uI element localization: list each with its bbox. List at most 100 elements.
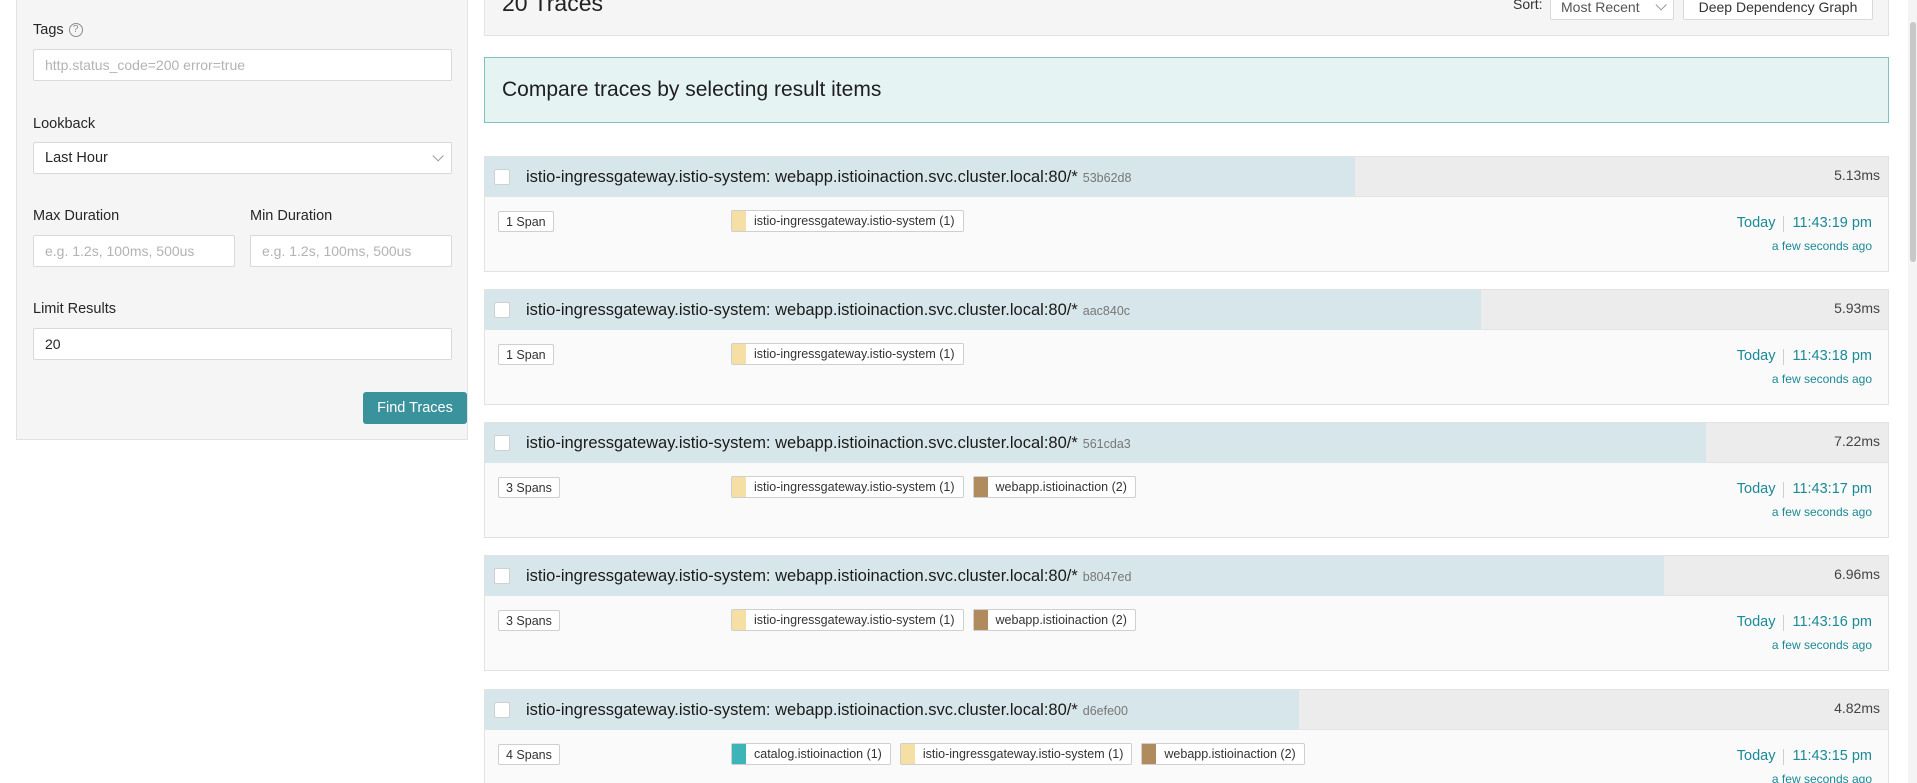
trace-duration: 5.93ms — [1834, 300, 1880, 316]
trace-item[interactable]: istio-ingressgateway.istio-system: webap… — [484, 422, 1889, 538]
service-tag: istio-ingressgateway.istio-system (1) — [731, 476, 964, 498]
trace-day: Today — [1736, 481, 1776, 497]
trace-timestamp: Today 11:43:19 pm — [1737, 215, 1872, 232]
tags-label: Tags ? — [33, 22, 83, 38]
service-tag-label: webapp.istioinaction (2) — [1164, 747, 1296, 761]
chevron-down-icon — [432, 150, 444, 162]
trace-title[interactable]: istio-ingressgateway.istio-system: webap… — [526, 301, 1130, 320]
compare-traces-banner: Compare traces by selecting result items — [484, 57, 1889, 123]
service-tag-label: webapp.istioinaction (2) — [995, 480, 1127, 494]
span-count-badge: 3 Spans — [498, 477, 560, 498]
trace-relative-time: a few seconds ago — [1771, 239, 1872, 253]
trace-select-checkbox[interactable] — [494, 302, 510, 318]
trace-select-checkbox[interactable] — [494, 435, 510, 451]
results-header: 20 Traces Sort: Most Recent Deep Depende… — [484, 0, 1889, 36]
trace-header[interactable]: istio-ingressgateway.istio-system: webap… — [485, 157, 1888, 197]
max-duration-input[interactable] — [33, 235, 235, 267]
tags-label-text: Tags — [33, 22, 64, 38]
trace-header[interactable]: istio-ingressgateway.istio-system: webap… — [485, 423, 1888, 463]
lookback-value: Last Hour — [45, 150, 108, 166]
chevron-down-icon — [1655, 0, 1667, 11]
min-duration-label: Min Duration — [250, 208, 333, 224]
trace-item[interactable]: istio-ingressgateway.istio-system: webap… — [484, 555, 1889, 671]
service-tags: istio-ingressgateway.istio-system (1) web… — [731, 609, 1136, 631]
trace-day: Today — [1736, 614, 1776, 630]
time-separator — [1783, 615, 1785, 631]
results-count-title: 20 Traces — [502, 0, 603, 16]
sort-value: Most Recent — [1561, 0, 1640, 15]
lookback-select[interactable]: Last Hour — [33, 142, 452, 174]
trace-time: 11:43:19 pm — [1792, 215, 1872, 231]
trace-day: Today — [1736, 348, 1776, 364]
trace-id: 53b62d8 — [1082, 171, 1132, 185]
trace-select-checkbox[interactable] — [494, 169, 510, 185]
trace-title-text: istio-ingressgateway.istio-system: webap… — [526, 567, 1078, 585]
service-tag: istio-ingressgateway.istio-system (1) — [731, 343, 964, 365]
service-tag-label: istio-ingressgateway.istio-system (1) — [754, 347, 955, 361]
service-tag: istio-ingressgateway.istio-system (1) — [731, 609, 964, 631]
limit-results-label: Limit Results — [33, 301, 116, 317]
deep-dependency-graph-button[interactable]: Deep Dependency Graph — [1683, 0, 1873, 20]
service-color-swatch — [732, 477, 746, 497]
service-tags: istio-ingressgateway.istio-system (1) web… — [731, 476, 1136, 498]
trace-title-text: istio-ingressgateway.istio-system: webap… — [526, 434, 1078, 452]
limit-results-input[interactable] — [33, 328, 452, 360]
trace-title-text: istio-ingressgateway.istio-system: webap… — [526, 301, 1078, 319]
trace-relative-time: a few seconds ago — [1771, 505, 1872, 519]
time-separator — [1783, 482, 1785, 498]
sort-label: Sort: — [1513, 0, 1543, 12]
service-color-swatch — [732, 344, 746, 364]
service-tag: istio-ingressgateway.istio-system (1) — [731, 210, 964, 232]
trace-title[interactable]: istio-ingressgateway.istio-system: webap… — [526, 701, 1128, 720]
trace-duration: 6.96ms — [1834, 566, 1880, 582]
trace-id: b8047ed — [1082, 570, 1132, 584]
trace-timestamp: Today 11:43:18 pm — [1737, 348, 1872, 365]
service-tag: webapp.istioinaction (2) — [972, 476, 1136, 498]
service-tag: webapp.istioinaction (2) — [1141, 743, 1305, 765]
trace-title-text: istio-ingressgateway.istio-system: webap… — [526, 168, 1078, 186]
find-traces-button[interactable]: Find Traces — [363, 392, 467, 424]
trace-time: 11:43:16 pm — [1792, 614, 1872, 630]
service-tags: catalog.istioinaction (1) istio-ingressga… — [731, 743, 1305, 765]
trace-select-checkbox[interactable] — [494, 568, 510, 584]
span-count-badge: 3 Spans — [498, 610, 560, 631]
service-tag-label: webapp.istioinaction (2) — [995, 613, 1127, 627]
trace-timestamp: Today 11:43:16 pm — [1737, 614, 1872, 631]
trace-header[interactable]: istio-ingressgateway.istio-system: webap… — [485, 556, 1888, 596]
span-count-badge: 4 Spans — [498, 744, 560, 765]
service-tag: istio-ingressgateway.istio-system (1) — [899, 743, 1133, 765]
trace-item[interactable]: istio-ingressgateway.istio-system: webap… — [484, 289, 1889, 405]
trace-timestamp: Today 11:43:15 pm — [1737, 748, 1872, 765]
trace-title[interactable]: istio-ingressgateway.istio-system: webap… — [526, 434, 1131, 453]
trace-header[interactable]: istio-ingressgateway.istio-system: webap… — [485, 690, 1888, 730]
trace-item[interactable]: istio-ingressgateway.istio-system: webap… — [484, 156, 1889, 272]
scrollbar-thumb[interactable] — [1910, 22, 1916, 262]
service-tags: istio-ingressgateway.istio-system (1) — [731, 210, 964, 232]
compare-traces-text: Compare traces by selecting result items — [502, 78, 882, 101]
trace-id: 561cda3 — [1082, 437, 1131, 451]
help-icon[interactable]: ? — [68, 23, 83, 37]
trace-day: Today — [1736, 215, 1776, 231]
span-count-badge: 1 Span — [498, 211, 554, 232]
min-duration-input[interactable] — [250, 235, 452, 267]
service-color-swatch — [732, 610, 746, 630]
trace-select-checkbox[interactable] — [494, 702, 510, 718]
service-tags: istio-ingressgateway.istio-system (1) — [731, 343, 964, 365]
sort-select[interactable]: Most Recent — [1550, 0, 1674, 20]
tags-input[interactable] — [33, 49, 452, 81]
time-separator — [1783, 749, 1785, 765]
trace-time: 11:43:15 pm — [1792, 748, 1872, 764]
trace-title-text: istio-ingressgateway.istio-system: webap… — [526, 701, 1078, 719]
trace-duration: 4.82ms — [1834, 700, 1880, 716]
trace-timestamp: Today 11:43:17 pm — [1737, 481, 1872, 498]
trace-item[interactable]: istio-ingressgateway.istio-system: webap… — [484, 689, 1889, 783]
service-color-swatch — [1142, 744, 1157, 764]
service-color-swatch — [973, 477, 988, 497]
trace-title[interactable]: istio-ingressgateway.istio-system: webap… — [526, 168, 1131, 187]
jaeger-search-page: Tags ? Lookback Last Hour Max Duration M… — [0, 0, 1917, 783]
trace-header[interactable]: istio-ingressgateway.istio-system: webap… — [485, 290, 1888, 330]
trace-title[interactable]: istio-ingressgateway.istio-system: webap… — [526, 567, 1131, 586]
service-tag-label: catalog.istioinaction (1) — [754, 747, 882, 761]
service-color-swatch — [973, 610, 988, 630]
trace-relative-time: a few seconds ago — [1771, 638, 1872, 652]
